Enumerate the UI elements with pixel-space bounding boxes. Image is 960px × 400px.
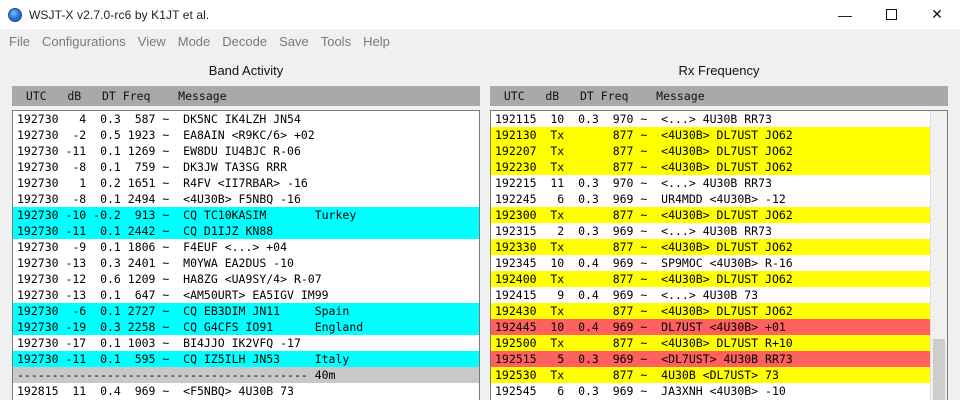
menu-help[interactable]: Help <box>357 34 396 49</box>
menu-decode[interactable]: Decode <box>216 34 273 49</box>
decode-row[interactable]: 192730 -8 0.1 2494 ~ <4U30B> F5NBQ -16 <box>13 191 479 207</box>
maximize-icon <box>885 9 897 20</box>
decode-row[interactable]: 192430 Tx 877 ~ <4U30B> DL7UST JO62 <box>491 303 947 319</box>
band-activity-rows: 192730 4 0.3 587 ~ DK5NC IK4LZH JN54 1927… <box>13 111 479 399</box>
band-activity-column-header: UTC dB DT Freq Message <box>12 86 480 106</box>
band-activity-title: Band Activity <box>208 63 284 78</box>
decode-row[interactable]: 192730 -11 0.1 595 ~ CQ IZ5ILH JN53 Ital… <box>13 351 479 367</box>
minimize-button[interactable]: — <box>822 0 868 29</box>
decode-row[interactable]: 192530 Tx 877 ~ 4U30B <DL7UST> 73 <box>491 367 947 383</box>
decode-row[interactable]: 192730 -17 0.1 1003 ~ BI4JJO IK2VFQ -17 <box>13 335 479 351</box>
decode-row[interactable]: 192415 9 0.4 969 ~ <...> 4U30B 73 <box>491 287 947 303</box>
window-title: WSJT-X v2.7.0-rc6 by K1JT et al. <box>29 7 210 22</box>
wsjtx-globe-icon <box>8 7 22 22</box>
rx-frequency-scroll-thumb[interactable] <box>933 339 945 400</box>
decode-row[interactable]: 192445 10 0.4 969 ~ DL7UST <4U30B> +01 <box>491 319 947 335</box>
decode-row[interactable]: 192730 -11 0.1 1269 ~ EW8DU IU4BJC R-06 <box>13 143 479 159</box>
decode-row[interactable]: 192230 Tx 877 ~ <4U30B> DL7UST JO62 <box>491 159 947 175</box>
menu-file[interactable]: File <box>3 34 36 49</box>
decode-row[interactable]: 192545 6 0.3 969 ~ JA3XNH <4U30B> -10 <box>491 383 947 399</box>
decode-row[interactable]: 192207 Tx 877 ~ <4U30B> DL7UST JO62 <box>491 143 947 159</box>
decode-row[interactable]: 192730 -9 0.1 1806 ~ F4EUF <...> +04 <box>13 239 479 255</box>
band-separator-row[interactable]: ----------------------------------------… <box>13 367 479 383</box>
rx-frequency-list[interactable]: 192115 10 0.3 970 ~ <...> 4U30B RR73 1921… <box>490 110 948 400</box>
decode-row[interactable]: 192730 -11 0.1 2442 ~ CQ D1IJZ KN88 <box>13 223 479 239</box>
rx-frequency-scrollbar[interactable] <box>930 111 947 400</box>
decode-row[interactable]: 192130 Tx 877 ~ <4U30B> DL7UST JO62 <box>491 127 947 143</box>
decode-row[interactable]: 192730 -6 0.1 2727 ~ CQ EB3DIM JN11 Spai… <box>13 303 479 319</box>
decode-row[interactable]: 192330 Tx 877 ~ <4U30B> DL7UST JO62 <box>491 239 947 255</box>
decode-row[interactable]: 192315 2 0.3 969 ~ <...> 4U30B RR73 <box>491 223 947 239</box>
decode-row[interactable]: 192730 -19 0.3 2258 ~ CQ G4CFS IO91 Engl… <box>13 319 479 335</box>
rx-frequency-rows: 192115 10 0.3 970 ~ <...> 4U30B RR73 1921… <box>491 111 947 399</box>
menu-view[interactable]: View <box>132 34 172 49</box>
decode-row[interactable]: 192400 Tx 877 ~ <4U30B> DL7UST JO62 <box>491 271 947 287</box>
band-activity-pane: Band Activity UTC dB DT Freq Message 192… <box>12 56 480 400</box>
close-icon: ✕ <box>931 6 943 22</box>
decode-row[interactable]: 192515 5 0.3 969 ~ <DL7UST> 4U30B RR73 <box>491 351 947 367</box>
decode-row[interactable]: 192300 Tx 877 ~ <4U30B> DL7UST JO62 <box>491 207 947 223</box>
decode-row[interactable]: 192730 -10 -0.2 913 ~ CQ TC10KASIM Turke… <box>13 207 479 223</box>
decode-row[interactable]: 192730 -12 0.6 1209 ~ HA8ZG <UA9SY/4> R-… <box>13 271 479 287</box>
menu-tools[interactable]: Tools <box>315 34 357 49</box>
close-button[interactable]: ✕ <box>914 0 960 29</box>
rx-frequency-column-header: UTC dB DT Freq Message <box>490 86 948 106</box>
decode-row[interactable]: 192730 -2 0.5 1923 ~ EA8AIN <R9KC/6> +02 <box>13 127 479 143</box>
decode-row[interactable]: 192730 -13 0.3 2401 ~ M0YWA EA2DUS -10 <box>13 255 479 271</box>
decode-row[interactable]: 192730 1 0.2 1651 ~ R4FV <II7RBAR> -16 <box>13 175 479 191</box>
decode-row[interactable]: 192730 -8 0.1 759 ~ DK3JW TA3SG RRR <box>13 159 479 175</box>
menu-bar: File Configurations View Mode Decode Sav… <box>0 29 960 53</box>
window-controls: — ✕ <box>822 0 960 29</box>
decode-row[interactable]: 192345 10 0.4 969 ~ SP9MOC <4U30B> R-16 <box>491 255 947 271</box>
minimize-icon: — <box>838 6 852 23</box>
menu-configurations[interactable]: Configurations <box>36 34 132 49</box>
menu-save[interactable]: Save <box>273 34 315 49</box>
rx-frequency-title: Rx Frequency <box>678 63 760 78</box>
title-bar: WSJT-X v2.7.0-rc6 by K1JT et al. — ✕ <box>0 0 960 29</box>
decode-row[interactable]: 192115 10 0.3 970 ~ <...> 4U30B RR73 <box>491 111 947 127</box>
maximize-button[interactable] <box>868 0 914 29</box>
decode-row[interactable]: 192730 4 0.3 587 ~ DK5NC IK4LZH JN54 <box>13 111 479 127</box>
band-activity-list[interactable]: 192730 4 0.3 587 ~ DK5NC IK4LZH JN54 1927… <box>12 110 480 400</box>
menu-mode[interactable]: Mode <box>172 34 217 49</box>
decode-row[interactable]: 192815 11 0.4 969 ~ <F5NBQ> 4U30B 73 <box>13 383 479 399</box>
decode-row[interactable]: 192245 6 0.3 969 ~ UR4MDD <4U30B> -12 <box>491 191 947 207</box>
decode-row[interactable]: 192730 -13 0.1 647 ~ <AM50URT> EA5IGV IM… <box>13 287 479 303</box>
rx-frequency-pane: Rx Frequency UTC dB DT Freq Message 1921… <box>490 56 948 400</box>
decode-row[interactable]: 192500 Tx 877 ~ <4U30B> DL7UST R+10 <box>491 335 947 351</box>
decode-row[interactable]: 192215 11 0.3 970 ~ <...> 4U30B RR73 <box>491 175 947 191</box>
